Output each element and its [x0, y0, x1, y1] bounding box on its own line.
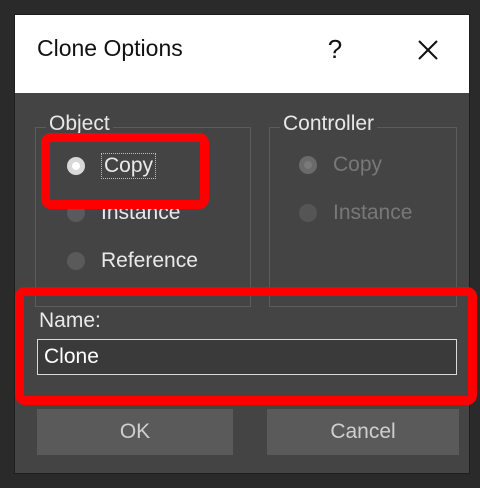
copy-highlight-box: [41, 133, 209, 209]
radio-indicator: [299, 156, 317, 174]
close-icon: [418, 40, 438, 60]
object-reference-label: Reference: [101, 249, 198, 272]
ok-button[interactable]: OK: [37, 409, 233, 455]
controller-copy-label: Copy: [333, 153, 383, 176]
name-highlight-box: [15, 287, 477, 405]
controller-instance-label: Instance: [333, 201, 413, 224]
help-button[interactable]: ?: [315, 29, 355, 69]
cancel-button[interactable]: Cancel: [267, 409, 459, 455]
controller-group-label: Controller: [280, 112, 378, 136]
dialog-title: Clone Options: [37, 35, 183, 61]
controller-instance-radio[interactable]: Instance: [299, 201, 412, 225]
controller-copy-radio[interactable]: Copy: [299, 153, 382, 177]
radio-indicator: [299, 204, 317, 222]
title-bar: Clone Options ?: [15, 15, 469, 93]
object-reference-radio[interactable]: Reference: [67, 249, 198, 273]
clone-options-dialog: Clone Options ? Object Controller Copy I…: [14, 14, 477, 474]
radio-indicator: [67, 252, 85, 270]
close-button[interactable]: [407, 29, 449, 71]
